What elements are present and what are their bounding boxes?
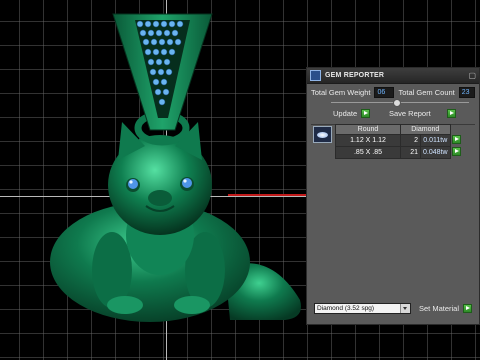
play-icon[interactable] (463, 303, 473, 313)
material-select-value: Diamond (3.52 spg) (317, 304, 375, 312)
gem-thumbnail-icon (313, 126, 332, 143)
play-icon[interactable] (451, 134, 461, 144)
total-gem-weight-value: 06 (374, 87, 395, 98)
update-button[interactable]: Update (333, 109, 371, 118)
action-row: Update Save Report (307, 108, 479, 120)
close-icon[interactable]: ▢ (468, 71, 476, 80)
material-row: Diamond (3.52 spg) Set Material (314, 301, 477, 315)
header-shape: Round (335, 124, 401, 135)
gem-reporter-panel: GEM REPORTER ▢ Total Gem Weight 06 Total… (306, 67, 480, 325)
table-row[interactable]: 1.12 X 1.12 2 0.011tw (335, 134, 462, 147)
table-row[interactable]: .85 X .85 21 0.048tw (335, 146, 462, 159)
totals-row: Total Gem Weight 06 Total Gem Count 23 (311, 87, 477, 98)
chevron-down-icon[interactable] (400, 303, 410, 313)
play-icon[interactable] (361, 109, 371, 118)
update-label: Update (333, 109, 358, 118)
total-gem-weight-label: Total Gem Weight (311, 88, 371, 97)
divider-slider-knob[interactable] (393, 99, 401, 107)
material-select[interactable]: Diamond (3.52 spg) (314, 302, 411, 314)
cell-count: 21 (400, 146, 421, 159)
left-paw (107, 296, 143, 314)
header-material: Diamond (400, 124, 451, 135)
right-paw (174, 296, 210, 314)
gem-table: Round Diamond 1.12 X 1.12 2 0.011tw .85 … (335, 124, 462, 159)
cell-size: 1.12 X 1.12 (335, 134, 401, 147)
set-material-label: Set Material (419, 303, 460, 313)
save-report-button[interactable]: Save Report (389, 109, 456, 118)
play-icon[interactable] (446, 109, 456, 118)
total-gem-count-label: Total Gem Count (398, 88, 455, 97)
set-material-button[interactable]: Set Material (419, 303, 473, 313)
cell-weight: 0.011tw (420, 134, 451, 147)
panel-titlebar[interactable]: GEM REPORTER ▢ (307, 68, 479, 84)
app-logo-icon (310, 70, 321, 81)
cell-size: .85 X .85 (335, 146, 401, 159)
play-icon[interactable] (451, 146, 461, 156)
panel-title: GEM REPORTER (325, 72, 385, 79)
cell-weight: 0.048tw (420, 146, 451, 159)
cell-count: 2 (400, 134, 421, 147)
total-gem-count-value: 23 (458, 87, 475, 98)
save-report-label: Save Report (389, 109, 431, 118)
